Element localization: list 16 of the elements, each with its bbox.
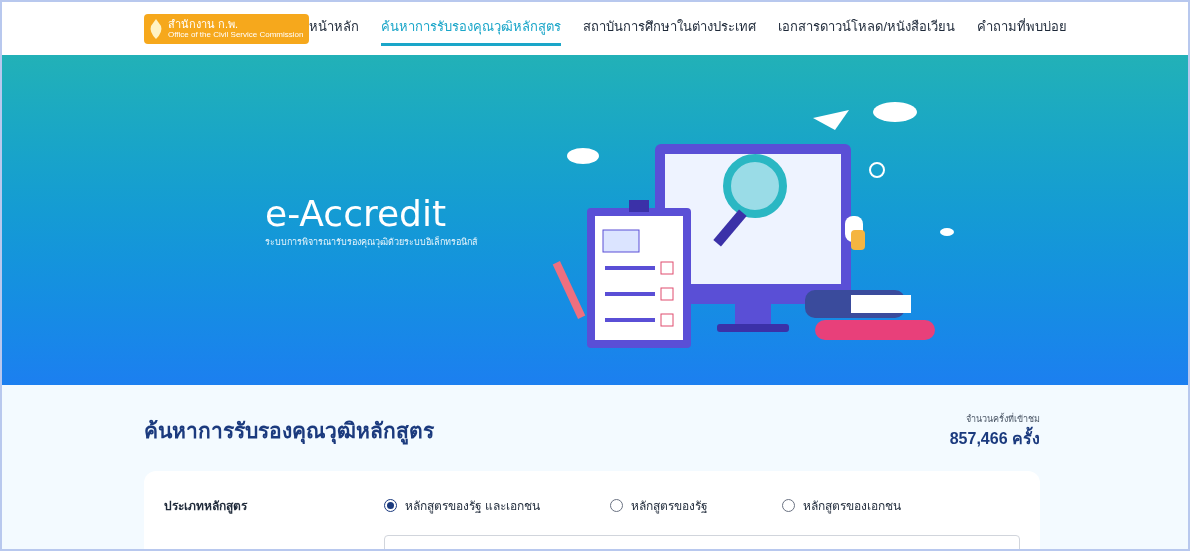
nav-link[interactable]: เอกสารดาวน์โหลด/หนังสือเวียน: [778, 11, 956, 46]
hero-title: e-Accredit: [265, 191, 448, 236]
nav-link[interactable]: หน้าหลัก: [309, 11, 360, 46]
visit-count-label: จำนวนครั้งที่เข้าชม: [966, 413, 1040, 426]
hero-subtitle: ระบบการพิจารณารับรองคุณวุฒิด้วยระบบอิเล็กทรอนิกส์: [265, 235, 478, 250]
radio-label: หลักสูตรของรัฐ และเอกชน: [405, 497, 541, 515]
nav-link[interactable]: สถาบันการศึกษาในต่างประเทศ: [583, 11, 757, 46]
logo-title: สำนักงาน ก.พ.: [168, 18, 240, 30]
visit-count: 857,466 ครั้ง: [949, 426, 1040, 451]
radio-label: หลักสูตรของเอกชน: [803, 497, 901, 515]
radio-label: หลักสูตรของรัฐ: [631, 497, 708, 515]
emblem-icon: [148, 17, 164, 40]
page-heading: ค้นหาการรับรองคุณวุฒิหลักสูตร: [144, 415, 434, 451]
logo-subtitle: Office of the Civil Service Commission: [168, 29, 304, 39]
nav-link[interactable]: คำถามที่พบบ่อย: [977, 11, 1068, 46]
field-label: ประเภทหลักสูตร: [164, 497, 249, 515]
